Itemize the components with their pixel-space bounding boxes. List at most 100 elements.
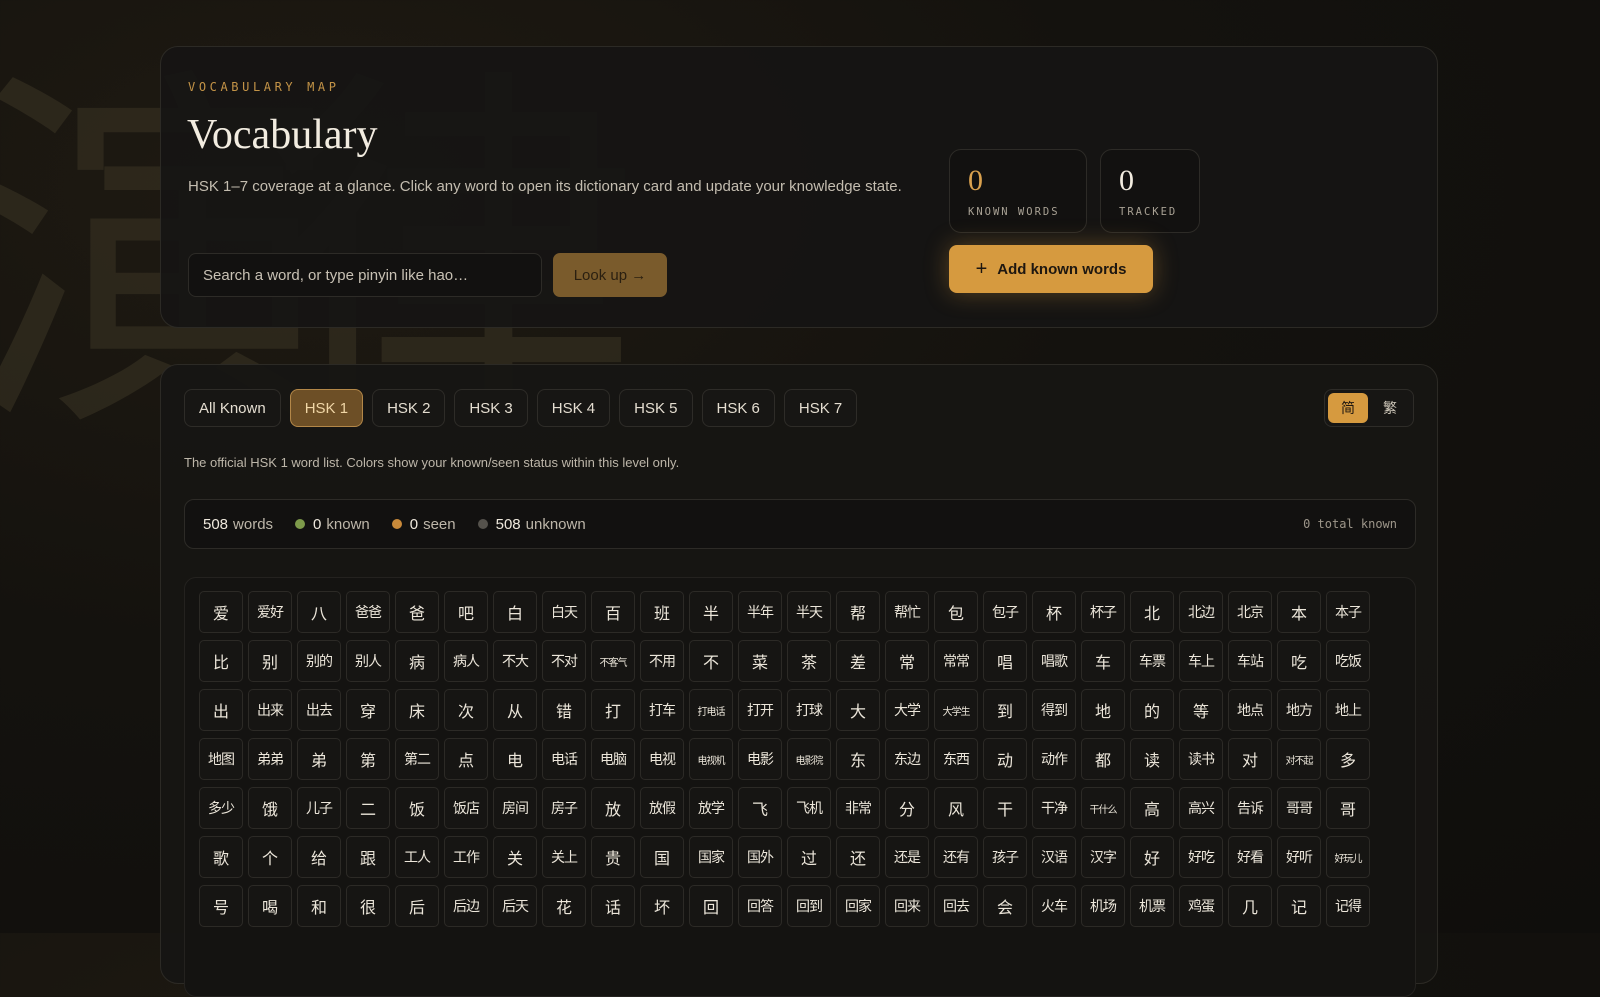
word-tile[interactable]: 高 [1130, 787, 1174, 829]
word-tile[interactable]: 爱好 [248, 591, 292, 633]
word-tile[interactable]: 国家 [689, 836, 733, 878]
word-tile[interactable]: 茶 [787, 640, 831, 682]
word-tile[interactable]: 半天 [787, 591, 831, 633]
word-tile[interactable]: 多 [1326, 738, 1370, 780]
word-tile[interactable]: 动 [983, 738, 1027, 780]
word-tile[interactable]: 百 [591, 591, 635, 633]
word-tile[interactable]: 次 [444, 689, 488, 731]
search-input[interactable] [188, 253, 542, 297]
word-tile[interactable]: 关 [493, 836, 537, 878]
word-tile[interactable]: 白天 [542, 591, 586, 633]
word-tile[interactable]: 到 [983, 689, 1027, 731]
word-tile[interactable]: 东边 [885, 738, 929, 780]
word-tile[interactable]: 鸡蛋 [1179, 885, 1223, 927]
word-tile[interactable]: 关上 [542, 836, 586, 878]
word-tile[interactable]: 几 [1228, 885, 1272, 927]
word-tile[interactable]: 东 [836, 738, 880, 780]
word-tile[interactable]: 还 [836, 836, 880, 878]
word-tile[interactable]: 唱歌 [1032, 640, 1076, 682]
word-tile[interactable]: 好看 [1228, 836, 1272, 878]
word-tile[interactable]: 回去 [934, 885, 978, 927]
word-tile[interactable]: 打电话 [689, 689, 733, 731]
word-tile[interactable]: 干净 [1032, 787, 1076, 829]
word-tile[interactable]: 打开 [738, 689, 782, 731]
word-tile[interactable]: 和 [297, 885, 341, 927]
word-tile[interactable]: 吃 [1277, 640, 1321, 682]
word-tile[interactable]: 好听 [1277, 836, 1321, 878]
word-tile[interactable]: 飞机 [787, 787, 831, 829]
word-tile[interactable]: 对不起 [1277, 738, 1321, 780]
word-tile[interactable]: 回来 [885, 885, 929, 927]
word-tile[interactable]: 出来 [248, 689, 292, 731]
word-tile[interactable]: 干什么 [1081, 787, 1125, 829]
word-tile[interactable]: 歌 [199, 836, 243, 878]
word-tile[interactable]: 东西 [934, 738, 978, 780]
word-tile[interactable]: 回到 [787, 885, 831, 927]
word-tile[interactable]: 饭店 [444, 787, 488, 829]
word-tile[interactable]: 工作 [444, 836, 488, 878]
word-tile[interactable]: 的 [1130, 689, 1174, 731]
word-tile[interactable]: 吧 [444, 591, 488, 633]
word-tile[interactable]: 儿子 [297, 787, 341, 829]
word-tile[interactable]: 记 [1277, 885, 1321, 927]
word-tile[interactable]: 电视机 [689, 738, 733, 780]
word-tile[interactable]: 回答 [738, 885, 782, 927]
word-tile[interactable]: 多少 [199, 787, 243, 829]
word-tile[interactable]: 风 [934, 787, 978, 829]
word-tile[interactable]: 电影 [738, 738, 782, 780]
add-known-words-button[interactable]: + Add known words [949, 245, 1153, 293]
word-tile[interactable]: 从 [493, 689, 537, 731]
word-tile[interactable]: 记得 [1326, 885, 1370, 927]
word-tile[interactable]: 地方 [1277, 689, 1321, 731]
word-tile[interactable]: 好吃 [1179, 836, 1223, 878]
word-tile[interactable]: 唱 [983, 640, 1027, 682]
word-tile[interactable]: 错 [542, 689, 586, 731]
tab-hsk-4[interactable]: HSK 4 [536, 389, 611, 427]
word-tile[interactable]: 常 [885, 640, 929, 682]
word-tile[interactable]: 差 [836, 640, 880, 682]
tab-hsk-5[interactable]: HSK 5 [619, 389, 693, 427]
word-tile[interactable]: 打球 [787, 689, 831, 731]
tab-hsk-2[interactable]: HSK 2 [372, 389, 446, 427]
word-tile[interactable]: 爱 [199, 591, 243, 633]
word-tile[interactable]: 大学生 [934, 689, 978, 731]
word-tile[interactable]: 回 [689, 885, 733, 927]
word-tile[interactable]: 床 [395, 689, 439, 731]
word-tile[interactable]: 电脑 [591, 738, 635, 780]
word-tile[interactable]: 电 [493, 738, 537, 780]
word-tile[interactable]: 电视 [640, 738, 684, 780]
word-tile[interactable]: 放学 [689, 787, 733, 829]
word-tile[interactable]: 比 [199, 640, 243, 682]
word-tile[interactable]: 会 [983, 885, 1027, 927]
word-tile[interactable]: 还有 [934, 836, 978, 878]
word-tile[interactable]: 过 [787, 836, 831, 878]
word-tile[interactable]: 打 [591, 689, 635, 731]
word-tile[interactable]: 等 [1179, 689, 1223, 731]
word-tile[interactable]: 房子 [542, 787, 586, 829]
word-tile[interactable]: 号 [199, 885, 243, 927]
word-tile[interactable]: 个 [248, 836, 292, 878]
traditional-toggle-button[interactable]: 繁 [1370, 393, 1410, 423]
tab-hsk-7[interactable]: HSK 7 [783, 389, 858, 427]
word-tile[interactable]: 孩子 [983, 836, 1027, 878]
word-tile[interactable]: 大 [836, 689, 880, 731]
word-tile[interactable]: 饿 [248, 787, 292, 829]
word-tile[interactable]: 分 [885, 787, 929, 829]
lookup-button[interactable]: Look up → [553, 253, 667, 297]
word-tile[interactable]: 地上 [1326, 689, 1370, 731]
word-tile[interactable]: 大学 [885, 689, 929, 731]
simplified-toggle-button[interactable]: 简 [1328, 393, 1368, 423]
word-tile[interactable]: 别人 [346, 640, 390, 682]
word-tile[interactable]: 帮忙 [885, 591, 929, 633]
word-tile[interactable]: 好玩儿 [1326, 836, 1370, 878]
tab-hsk-3[interactable]: HSK 3 [454, 389, 528, 427]
word-tile[interactable]: 吃饭 [1326, 640, 1370, 682]
word-tile[interactable]: 病人 [444, 640, 488, 682]
word-tile[interactable]: 机票 [1130, 885, 1174, 927]
word-tile[interactable]: 国 [640, 836, 684, 878]
word-tile[interactable]: 八 [297, 591, 341, 633]
word-tile[interactable]: 半年 [738, 591, 782, 633]
tab-hsk-6[interactable]: HSK 6 [701, 389, 775, 427]
word-tile[interactable]: 后天 [493, 885, 537, 927]
word-tile[interactable]: 别的 [297, 640, 341, 682]
